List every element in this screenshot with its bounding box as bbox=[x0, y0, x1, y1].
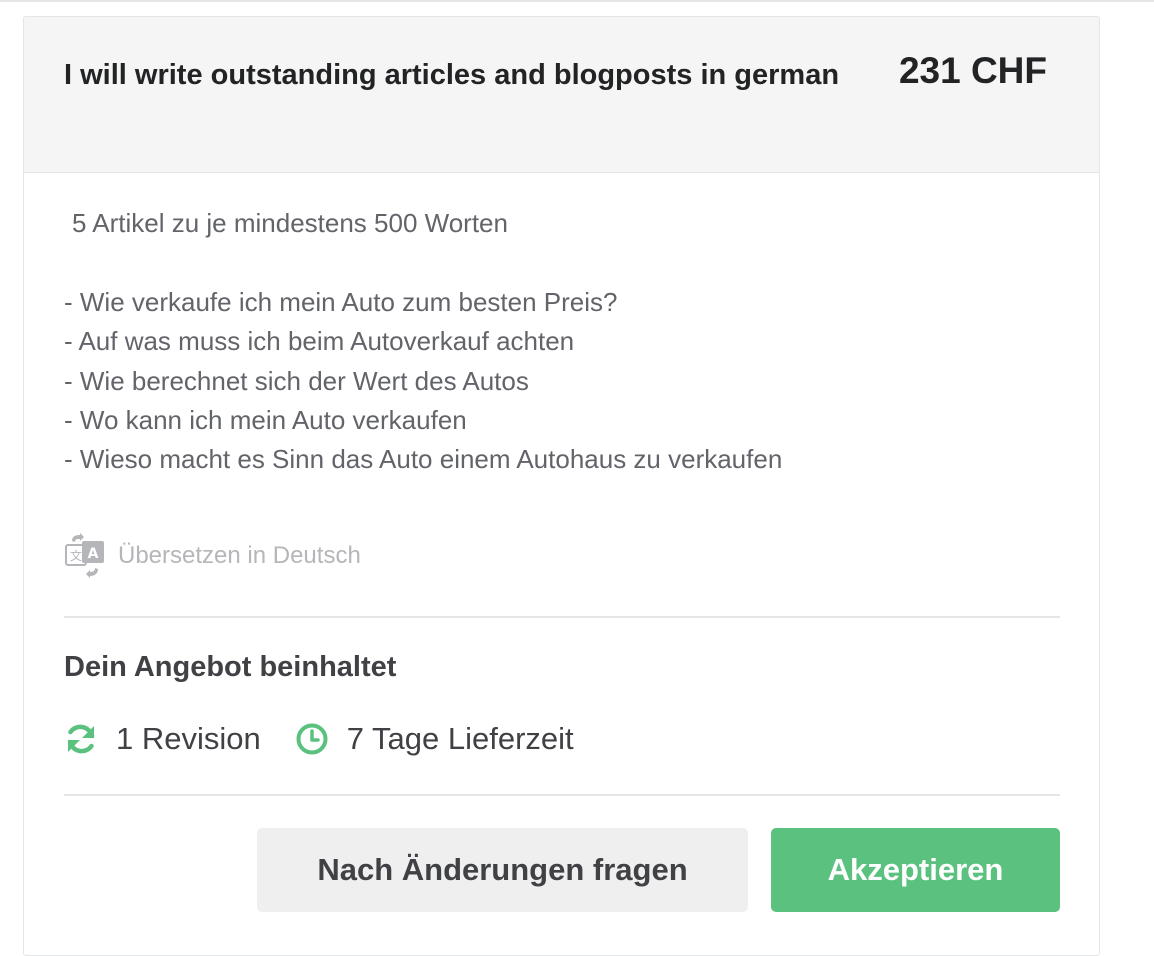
refresh-icon bbox=[64, 722, 98, 756]
includes-list: 1 Revision 7 Tage Lieferzeit bbox=[64, 721, 574, 757]
svg-text:A: A bbox=[88, 546, 99, 562]
top-border bbox=[0, 0, 1154, 2]
description-line: - Wieso macht es Sinn das Auto einem Aut… bbox=[64, 444, 783, 475]
accept-button[interactable]: Akzeptieren bbox=[771, 828, 1060, 912]
translate-icon: 文 A bbox=[64, 533, 106, 579]
offer-price: 231 CHF bbox=[898, 50, 1047, 91]
offer-header: I will write outstanding articles and bl… bbox=[24, 17, 1099, 173]
svg-text:文: 文 bbox=[70, 548, 82, 563]
section-divider bbox=[64, 616, 1060, 618]
feature-revisions: 1 Revision bbox=[64, 721, 261, 757]
offer-card: I will write outstanding articles and bl… bbox=[23, 16, 1100, 956]
offer-description-intro: 5 Artikel zu je mindestens 500 Worten bbox=[72, 208, 508, 238]
offer-title: I will write outstanding articles and bl… bbox=[64, 59, 840, 91]
translate-link[interactable]: 文 A Übersetzen in Deutsch bbox=[64, 533, 361, 579]
revisions-label: 1 Revision bbox=[116, 721, 261, 756]
description-line: - Wo kann ich mein Auto verkaufen bbox=[64, 404, 467, 435]
includes-heading: Dein Angebot beinhaltet bbox=[64, 651, 397, 683]
description-line: - Auf was muss ich beim Autoverkauf acht… bbox=[64, 326, 575, 357]
delivery-label: 7 Tage Lieferzeit bbox=[346, 721, 574, 756]
offer-description-list: - Wie verkaufe ich mein Auto zum besten … bbox=[64, 283, 782, 479]
clock-icon bbox=[295, 722, 329, 756]
feature-delivery: 7 Tage Lieferzeit bbox=[295, 721, 574, 757]
translate-label: Übersetzen in Deutsch bbox=[118, 542, 361, 569]
description-line: - Wie berechnet sich der Wert des Autos bbox=[64, 365, 529, 396]
request-changes-button[interactable]: Nach Änderungen fragen bbox=[257, 828, 748, 912]
section-divider bbox=[64, 794, 1060, 796]
description-line: - Wie verkaufe ich mein Auto zum besten … bbox=[64, 287, 618, 317]
